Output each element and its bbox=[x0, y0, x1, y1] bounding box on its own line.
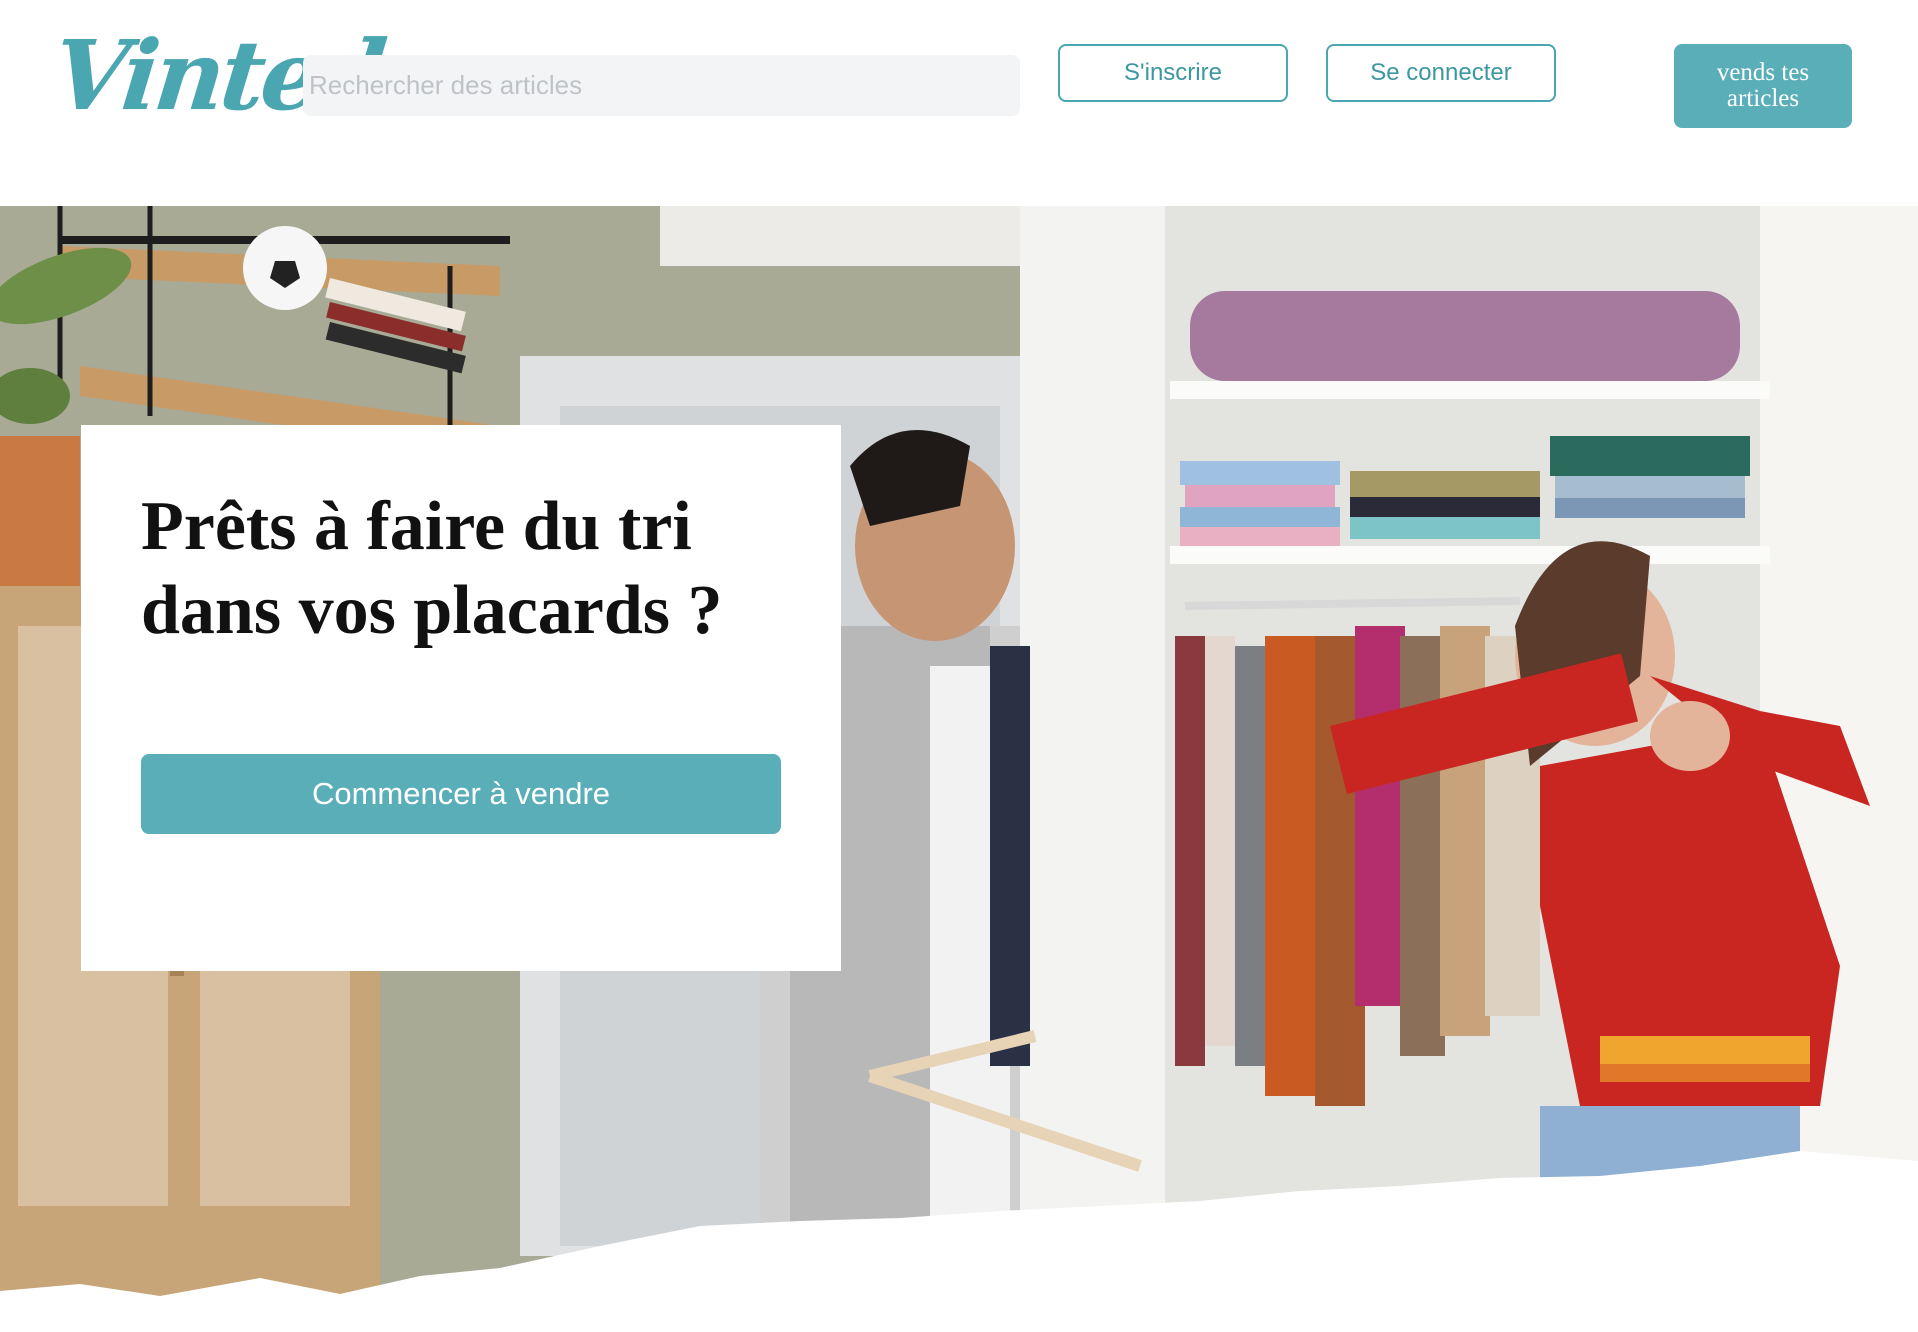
hero-title: Prêts à faire du tri dans vos placards ? bbox=[141, 488, 723, 649]
sell-items-button[interactable]: vends tes articles bbox=[1674, 44, 1852, 128]
hero-card: Prêts à faire du tri dans vos placards ?… bbox=[81, 425, 841, 971]
top-header: Vinted S'inscrire Se connecter vends tes… bbox=[0, 0, 1918, 206]
start-selling-button[interactable]: Commencer à vendre bbox=[141, 754, 781, 834]
signup-button[interactable]: S'inscrire bbox=[1058, 44, 1288, 102]
hero-banner: Prêts à faire du tri dans vos placards ?… bbox=[0, 206, 1918, 1332]
login-button[interactable]: Se connecter bbox=[1326, 44, 1556, 102]
search-input[interactable] bbox=[303, 55, 1020, 116]
